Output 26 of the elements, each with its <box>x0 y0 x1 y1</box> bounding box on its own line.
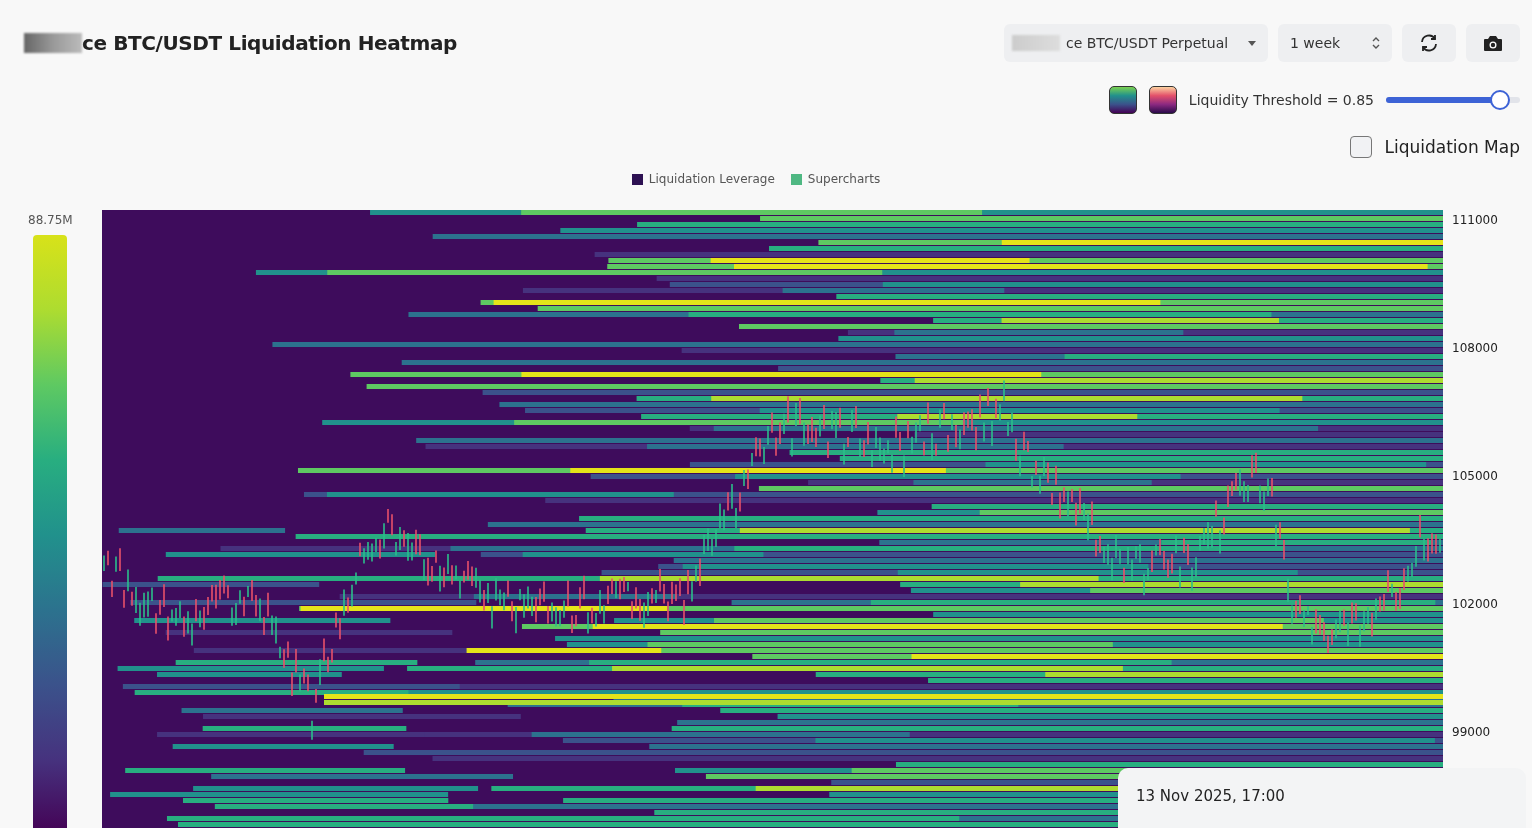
y-axis-label: 102000 <box>1452 596 1499 613</box>
viridis-palette-swatch[interactable] <box>1108 86 1137 114</box>
threshold-slider[interactable] <box>1386 89 1520 111</box>
liquidation-map-label: Liquidation Map <box>1384 137 1520 157</box>
refresh-icon <box>1419 34 1439 52</box>
refresh-button[interactable] <box>1402 24 1456 62</box>
legend-label: Supercharts <box>807 172 881 186</box>
y-axis-label: 105000 <box>1452 468 1499 485</box>
magma-palette-swatch[interactable] <box>1148 86 1177 114</box>
threshold-label: Liquidity Threshold = 0.85 <box>1188 92 1374 108</box>
color-scale-max-label: 88.75M <box>28 213 73 227</box>
up-down-caret-icon <box>1372 36 1380 50</box>
legend-label: Liquidation Leverage <box>648 172 775 186</box>
page-title: ce BTC/USDT Liquidation Heatmap <box>82 31 457 55</box>
range-select[interactable]: 1 week <box>1278 24 1392 62</box>
y-axis-label: 111000 <box>1452 212 1499 229</box>
symbol-select[interactable]: ce BTC/USDT Perpetual <box>1004 24 1268 62</box>
caret-icon <box>1248 40 1256 46</box>
y-axis-label: 99000 <box>1452 724 1492 741</box>
y-axis-label: 108000 <box>1452 340 1499 357</box>
redacted-block <box>24 33 82 53</box>
slider-thumb[interactable] <box>1489 90 1510 110</box>
tooltip-date: 13 Nov 2025, 17:00 <box>1136 787 1285 805</box>
liquidation-map-checkbox[interactable] <box>1350 136 1373 158</box>
camera-button[interactable] <box>1466 24 1520 62</box>
camera-icon <box>1483 34 1503 52</box>
